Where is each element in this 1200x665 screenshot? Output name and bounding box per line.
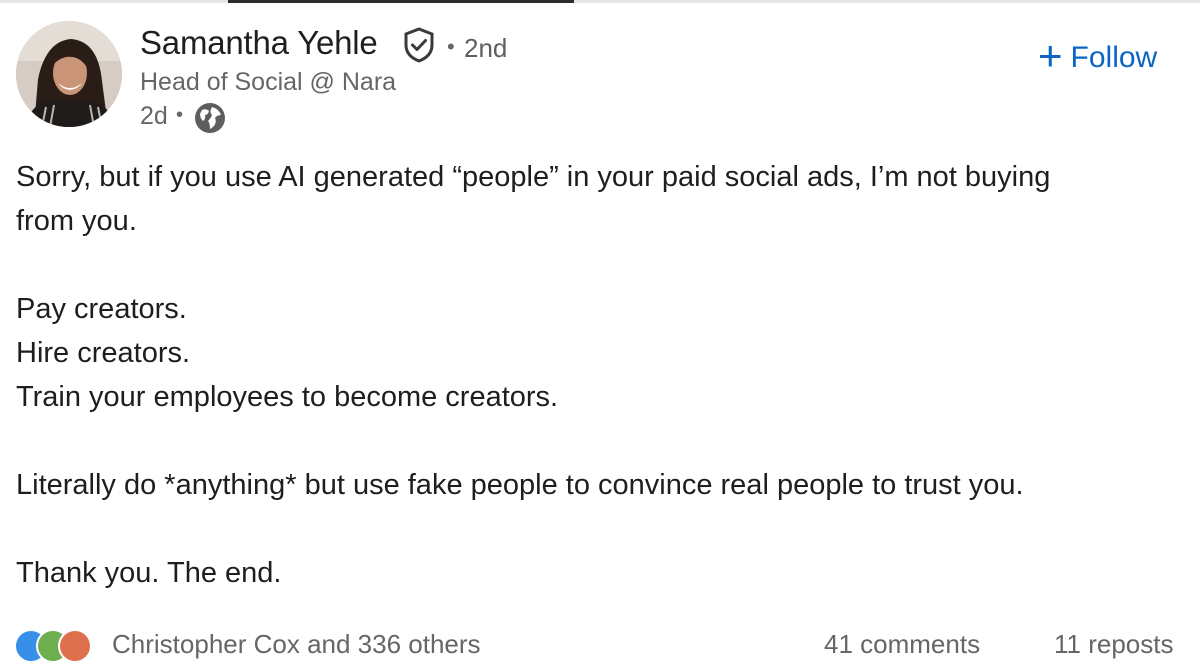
post-line: Pay creators. <box>16 293 187 325</box>
post-body: Sorry, but if you use AI generated “peop… <box>16 155 1186 595</box>
post-line: Train your employees to become creators. <box>16 381 559 413</box>
connection-degree: 2nd <box>464 33 508 63</box>
avatar[interactable] <box>16 21 122 127</box>
top-divider <box>0 0 1200 3</box>
post-time[interactable]: 2d <box>140 102 168 131</box>
separator-dot: • <box>447 34 455 59</box>
author-name[interactable]: Samantha Yehle <box>140 24 378 62</box>
avatar-photo <box>16 21 122 127</box>
active-tab-indicator <box>228 0 574 3</box>
post-line: from you. <box>16 205 137 237</box>
love-icon <box>58 629 92 663</box>
follow-label: Follow <box>1070 41 1158 74</box>
post-line: Hire creators. <box>16 337 191 369</box>
globe-icon <box>195 103 225 133</box>
social-counts-bar: Christopher Cox and 336 others 41 commen… <box>14 625 1200 665</box>
reactions-icons[interactable] <box>14 629 104 663</box>
post-line: Thank you. The end. <box>16 557 282 589</box>
verified-shield-icon <box>404 27 434 63</box>
follow-button[interactable]: + Follow <box>1038 32 1183 80</box>
post-line: Literally do *anything* but use fake peo… <box>16 469 1024 501</box>
author-headline: Head of Social @ Nara <box>140 68 397 96</box>
post-line: Sorry, but if you use AI generated “peop… <box>16 161 1051 193</box>
plus-icon: + <box>1038 32 1063 79</box>
separator-dot: • <box>176 104 184 126</box>
